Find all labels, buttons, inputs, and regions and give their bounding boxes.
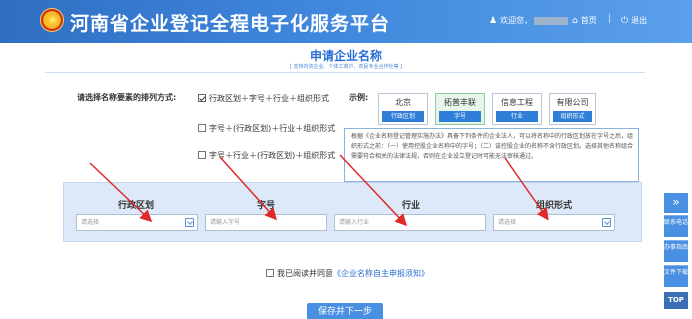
annotation-arrow	[339, 154, 408, 227]
annotation-arrow	[219, 156, 278, 221]
annotation-arrow	[89, 162, 153, 223]
annotation-arrow	[504, 157, 549, 221]
annotation-arrows	[89, 154, 549, 227]
